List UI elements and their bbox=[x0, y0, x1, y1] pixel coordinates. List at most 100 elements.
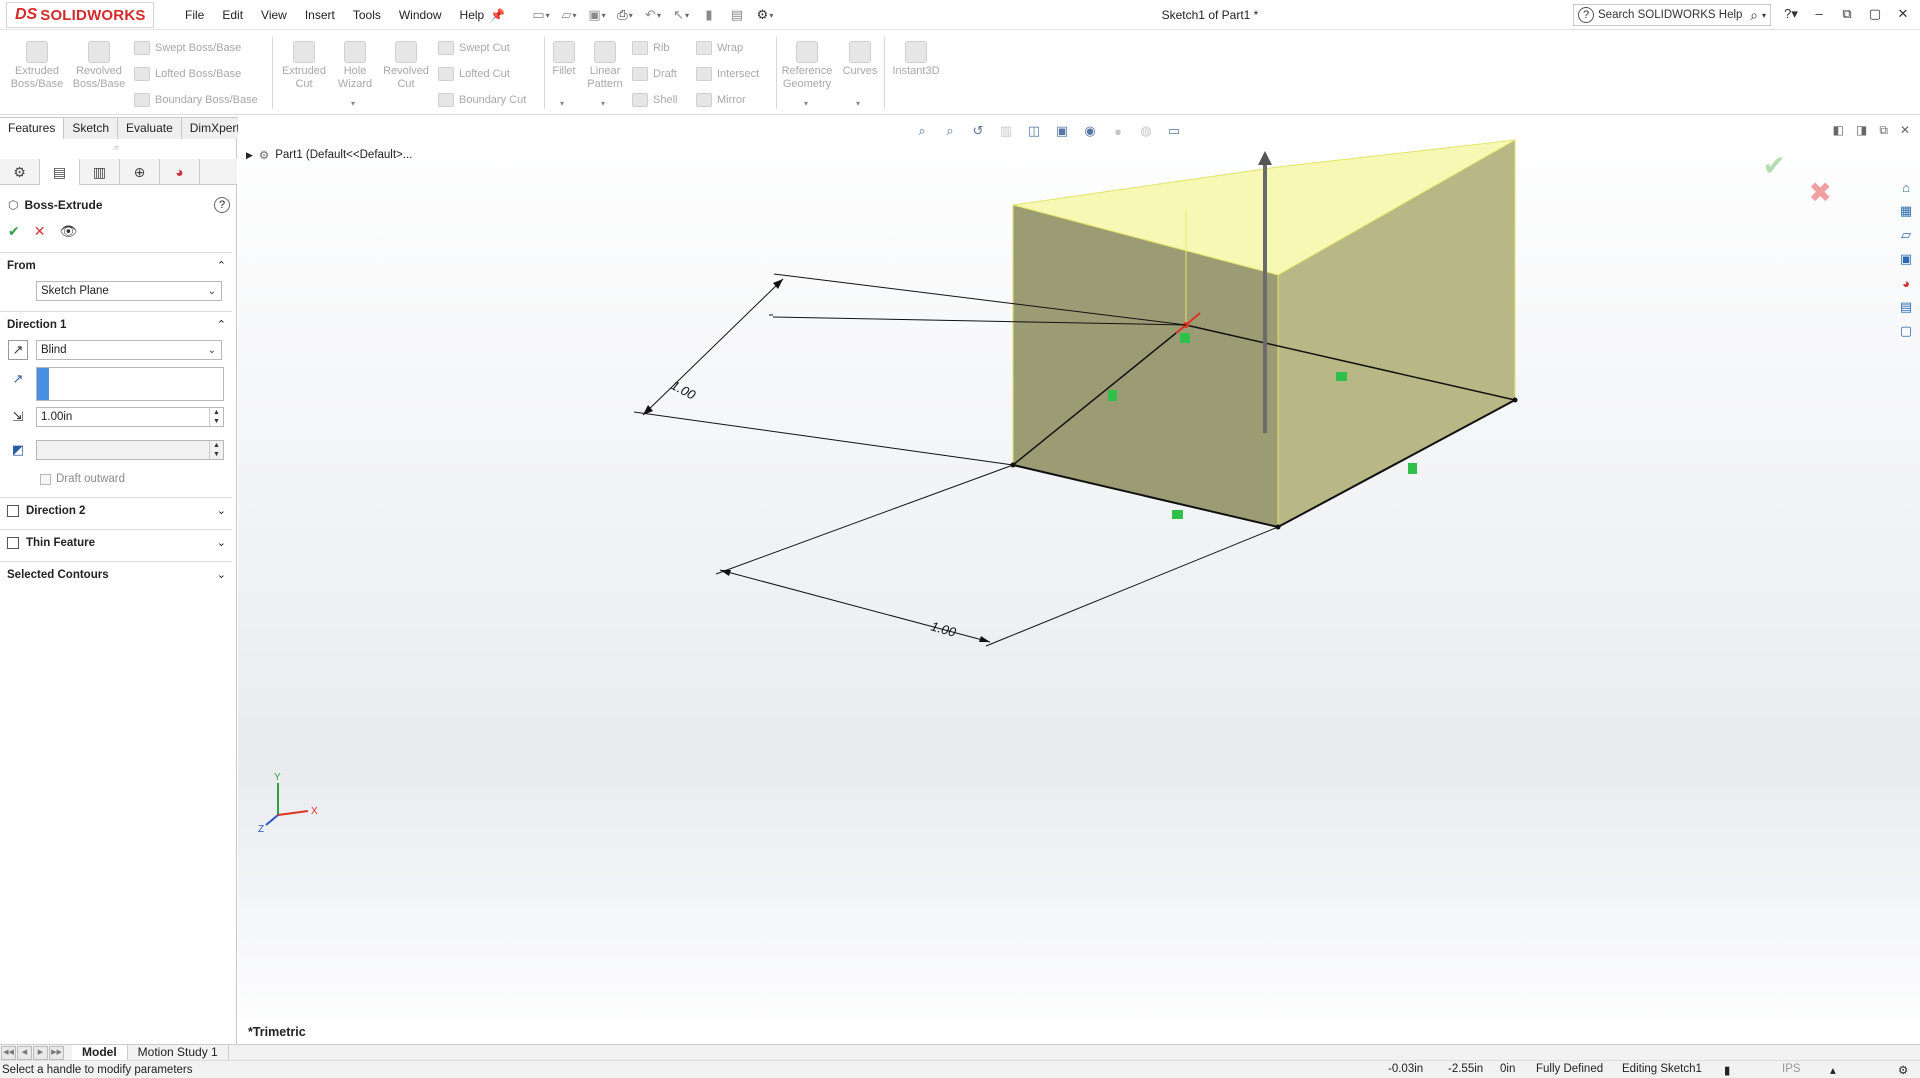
tab-motion-study[interactable]: Motion Study 1 bbox=[128, 1044, 229, 1061]
feature-manager-tab-icon[interactable]: ⚙ bbox=[0, 159, 40, 185]
draft-outward-option[interactable]: Draft outward bbox=[40, 473, 125, 485]
maximize-icon[interactable]: ▢ bbox=[1866, 4, 1884, 24]
curves-dropdown-icon[interactable]: ▾ bbox=[856, 99, 860, 108]
property-manager-tab-icon[interactable]: ▤ bbox=[40, 159, 80, 185]
ok-check-icon[interactable]: ✔ bbox=[8, 223, 20, 240]
model-viewport[interactable]: 1.00 1.00 Y X Z bbox=[238, 115, 1920, 1044]
help-icon[interactable]: ? bbox=[214, 197, 230, 213]
last-tab-icon[interactable]: ▶▶ bbox=[49, 1045, 64, 1060]
boundary-cut-button[interactable]: Boundary Cut bbox=[438, 93, 526, 107]
select-icon[interactable]: ↖ ▾ bbox=[670, 6, 692, 24]
depth-input[interactable]: 1.00in ▲ ▼ bbox=[36, 407, 224, 427]
save-icon[interactable]: ▣ ▾ bbox=[586, 6, 608, 24]
revolved-cut-button[interactable]: Revolved Cut bbox=[380, 41, 432, 91]
reference-geometry-dropdown-icon[interactable]: ▾ bbox=[804, 99, 808, 108]
units-chevron-up-icon[interactable]: ▴ bbox=[1830, 1063, 1836, 1077]
tab-features[interactable]: Features bbox=[0, 117, 65, 139]
instant3d-button[interactable]: Instant3D bbox=[888, 41, 944, 78]
open-icon[interactable]: ▱ ▾ bbox=[558, 6, 580, 24]
dimension-text-1[interactable]: 1.00 bbox=[669, 377, 699, 402]
hole-wizard-dropdown-icon[interactable]: ▾ bbox=[351, 99, 355, 108]
menu-view[interactable]: View bbox=[252, 6, 296, 24]
linear-pattern-button[interactable]: Linear Pattern bbox=[584, 41, 626, 91]
hole-wizard-button[interactable]: Hole Wizard bbox=[332, 41, 378, 91]
menu-tools[interactable]: Tools bbox=[344, 6, 390, 24]
prev-tab-icon[interactable]: ◀ bbox=[17, 1045, 32, 1060]
options-icon[interactable]: ⚙ ▾ bbox=[754, 6, 776, 24]
direction1-section-header[interactable]: Direction 1 ⌃ bbox=[0, 311, 232, 337]
display-manager-tab-icon[interactable]: ◕ bbox=[160, 159, 200, 185]
pin-icon[interactable]: 📌 bbox=[490, 8, 505, 22]
tab-evaluate[interactable]: Evaluate bbox=[118, 117, 182, 139]
reference-geometry-button[interactable]: Reference Geometry bbox=[780, 41, 834, 91]
extruded-boss-button[interactable]: Extruded Boss/Base bbox=[8, 41, 66, 91]
swept-boss-button[interactable]: Swept Boss/Base bbox=[134, 41, 241, 55]
notifications-icon[interactable]: ⚙ bbox=[1898, 1063, 1908, 1077]
dimxpert-manager-tab-icon[interactable]: ⊕ bbox=[120, 159, 160, 185]
configuration-manager-tab-icon[interactable]: ▥ bbox=[80, 159, 120, 185]
draft-angle-spinner-icon[interactable]: ▲ ▼ bbox=[209, 441, 223, 459]
first-tab-icon[interactable]: ◀◀ bbox=[1, 1045, 16, 1060]
dimension-text-2[interactable]: 1.00 bbox=[929, 618, 958, 640]
linear-pattern-dropdown-icon[interactable]: ▾ bbox=[601, 99, 605, 108]
mirror-button[interactable]: Mirror bbox=[696, 93, 746, 107]
cancel-x-icon[interactable]: ✕ bbox=[34, 223, 46, 240]
tab-model[interactable]: Model bbox=[72, 1044, 128, 1061]
new-icon[interactable]: ▭ ▾ bbox=[530, 6, 552, 24]
menu-insert[interactable]: Insert bbox=[296, 6, 344, 24]
preview-eye-icon[interactable]: 👁 bbox=[59, 223, 77, 240]
direction-of-extrusion-field[interactable] bbox=[36, 367, 224, 401]
draft-outward-checkbox[interactable] bbox=[40, 473, 51, 485]
graphics-area[interactable]: ⌕ ⌕ ↺ ▥ ◫ ▣ ◉ ● ◍ ▭ ▶ ⚙ Part1 (Default<<… bbox=[238, 115, 1920, 1044]
from-section-header[interactable]: From ⌃ bbox=[0, 252, 232, 278]
revolved-boss-button[interactable]: Revolved Boss/Base bbox=[70, 41, 128, 91]
boundary-boss-button[interactable]: Boundary Boss/Base bbox=[134, 93, 258, 107]
fillet-button[interactable]: Fillet bbox=[548, 41, 580, 78]
direction2-checkbox[interactable] bbox=[7, 504, 19, 517]
fillet-dropdown-icon[interactable]: ▾ bbox=[560, 99, 564, 108]
extruded-cut-button[interactable]: Extruded Cut bbox=[278, 41, 330, 91]
draft-angle-input[interactable]: ▲ ▼ bbox=[36, 440, 224, 460]
reverse-direction-icon[interactable]: ↗ bbox=[8, 340, 28, 360]
status-units[interactable]: IPS bbox=[1782, 1063, 1801, 1075]
tab-sketch[interactable]: Sketch bbox=[64, 117, 119, 139]
direction-arrow-icon: ↗ bbox=[12, 371, 24, 386]
next-tab-icon[interactable]: ▶ bbox=[33, 1045, 48, 1060]
wrap-button[interactable]: Wrap bbox=[696, 41, 743, 55]
swept-cut-button[interactable]: Swept Cut bbox=[438, 41, 510, 55]
help-menu-icon[interactable]: ?▾ bbox=[1782, 4, 1800, 24]
chevron-down-icon[interactable]: ▾ bbox=[1762, 11, 1766, 20]
close-icon[interactable]: ✕ bbox=[1894, 4, 1912, 24]
lofted-cut-button[interactable]: Lofted Cut bbox=[438, 67, 510, 81]
rebuild-status-icon[interactable]: ▮ bbox=[1724, 1063, 1730, 1077]
menu-edit[interactable]: Edit bbox=[213, 6, 252, 24]
thin-feature-section-header[interactable]: Thin Feature ⌄ bbox=[0, 529, 232, 555]
lofted-boss-button[interactable]: Lofted Boss/Base bbox=[134, 67, 241, 81]
shell-button[interactable]: Shell bbox=[632, 93, 677, 107]
menu-window[interactable]: Window bbox=[390, 6, 451, 24]
minimize-icon[interactable]: – bbox=[1810, 4, 1828, 24]
curves-button[interactable]: Curves bbox=[840, 41, 880, 78]
rib-button[interactable]: Rib bbox=[632, 41, 670, 55]
from-select[interactable]: Sketch Plane ⌄ bbox=[36, 281, 222, 301]
depth-spinner-icon[interactable]: ▲ ▼ bbox=[209, 408, 223, 426]
end-condition-select[interactable]: Blind ⌄ bbox=[36, 340, 222, 360]
draft-button[interactable]: Draft bbox=[632, 67, 677, 81]
search-help-box[interactable]: ? Search SOLIDWORKS Help ⌕ ▾ bbox=[1573, 4, 1771, 26]
direction2-section-header[interactable]: Direction 2 ⌄ bbox=[0, 497, 232, 523]
thin-feature-checkbox[interactable] bbox=[7, 536, 19, 549]
rebuild-icon[interactable]: ▮ bbox=[698, 6, 720, 24]
solidworks-logo[interactable]: DS SOLIDWORKS bbox=[6, 2, 154, 28]
file-properties-icon[interactable]: ▤ bbox=[726, 6, 748, 24]
restore-icon[interactable]: ⧉ bbox=[1838, 4, 1856, 24]
panel-grip-icon[interactable]: ○ bbox=[114, 143, 119, 152]
print-icon[interactable]: ⎙ ▾ bbox=[614, 6, 636, 24]
depth-arrow-head[interactable] bbox=[1258, 151, 1272, 165]
search-icon[interactable]: ⌕ bbox=[1750, 7, 1758, 24]
selected-contours-section-header[interactable]: Selected Contours ⌄ bbox=[0, 561, 232, 587]
menu-file[interactable]: File bbox=[176, 6, 213, 24]
intersect-button[interactable]: Intersect bbox=[696, 67, 759, 81]
undo-icon[interactable]: ↶ ▾ bbox=[642, 6, 664, 24]
draft-on-off-icon[interactable]: ◩ bbox=[8, 440, 28, 460]
menu-help[interactable]: Help bbox=[451, 6, 494, 24]
